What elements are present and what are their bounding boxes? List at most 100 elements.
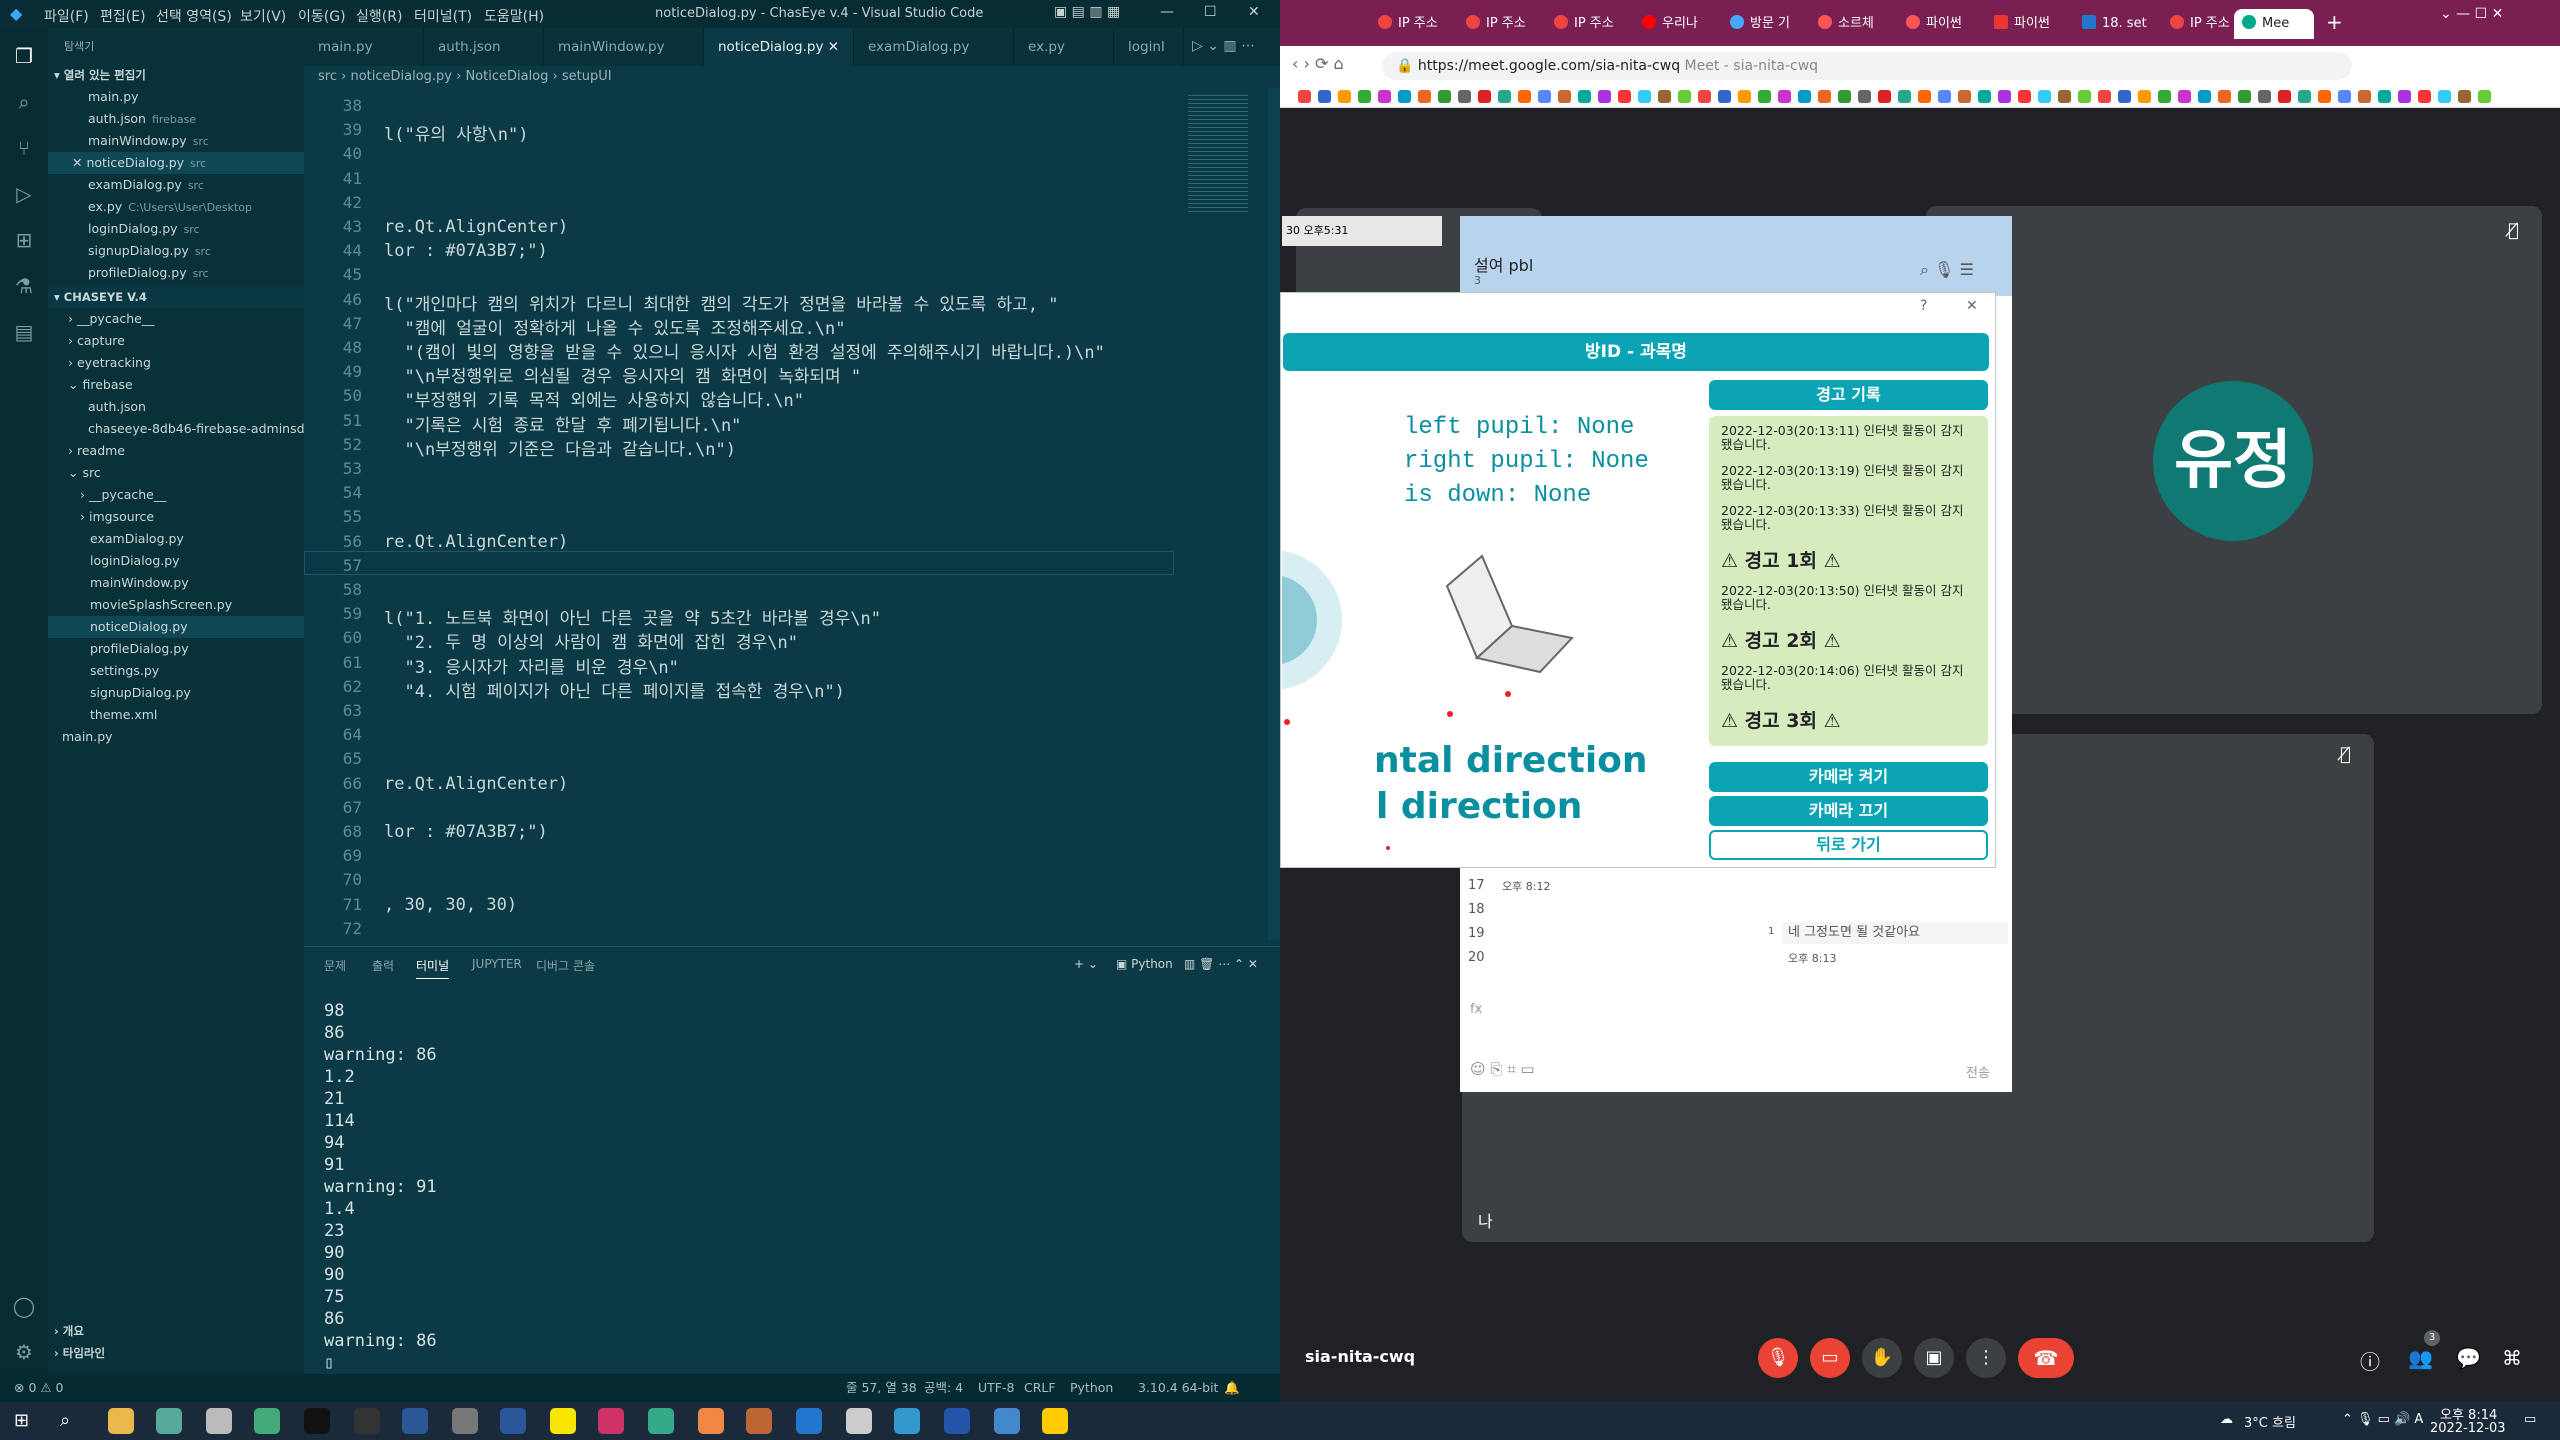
menu-edit[interactable]: 편집(E) <box>100 6 146 26</box>
tree-folder[interactable]: › imgsource <box>48 506 304 528</box>
status-language[interactable]: Python <box>1070 1374 1113 1402</box>
bookmark-icon[interactable] <box>2378 90 2391 103</box>
tree-file[interactable]: mainWindow.py <box>48 572 304 594</box>
settings-gear-icon[interactable]: ⚙ <box>10 1338 38 1366</box>
tree-file[interactable]: signupDialog.py <box>48 682 304 704</box>
menu-view[interactable]: 보기(V) <box>240 6 286 26</box>
browser-tab[interactable]: 소르체 <box>1810 9 1890 39</box>
tree-folder[interactable]: › __pycache__ <box>48 308 304 330</box>
bookmark-icon[interactable] <box>1478 90 1491 103</box>
camera-off-button[interactable]: 카메라 끄기 <box>1709 796 1988 826</box>
bookmark-icon[interactable] <box>1858 90 1871 103</box>
python-terminal-label[interactable]: ▣ Python <box>1116 957 1173 971</box>
bookmark-icon[interactable] <box>1518 90 1531 103</box>
python-icon[interactable] <box>1042 1408 1068 1434</box>
bookmark-icon[interactable] <box>1878 90 1891 103</box>
taskbar-app-icon[interactable] <box>254 1408 280 1434</box>
tree-file[interactable]: auth.json <box>48 396 304 418</box>
bookmark-icon[interactable] <box>1578 90 1591 103</box>
open-editor-item-active[interactable]: ✕ noticeDialog.py src <box>48 152 304 174</box>
minimize-icon[interactable]: — <box>1160 4 1174 20</box>
camera-on-button[interactable]: 카메라 켜기 <box>1709 762 1988 792</box>
bookmark-icon[interactable] <box>2318 90 2331 103</box>
terminal-icon[interactable] <box>304 1408 330 1434</box>
breadcrumb-item[interactable]: noticeDialog.py <box>350 69 452 84</box>
bookmark-icon[interactable] <box>2138 90 2151 103</box>
chat-tools-icon[interactable]: ⌕ 🎙 ☰ <box>1920 260 1974 280</box>
word-icon[interactable] <box>500 1408 526 1434</box>
mic-off-icon[interactable]: 🎙 <box>1758 1338 1798 1378</box>
tree-file[interactable]: profileDialog.py <box>48 638 304 660</box>
chat-attach-icons[interactable]: ☺ ⎘ ⌗ ▭ <box>1470 1060 1535 1078</box>
bookmark-icon[interactable] <box>1558 90 1571 103</box>
meeting-info-icon[interactable]: ⓘ <box>2360 1346 2380 1375</box>
browser-tab[interactable]: 파이썬 <box>1986 9 2066 39</box>
kakaotalk-icon[interactable] <box>550 1408 576 1434</box>
testing-icon[interactable]: ⚗ <box>10 272 38 300</box>
bookmark-icon[interactable] <box>1778 90 1791 103</box>
browser-tab[interactable]: 우리나 <box>1634 9 1714 39</box>
open-editor-item[interactable]: mainWindow.py src <box>48 130 304 152</box>
bookmark-icon[interactable] <box>1498 90 1511 103</box>
bookmark-icon[interactable] <box>2198 90 2211 103</box>
bookmark-icon[interactable] <box>1678 90 1691 103</box>
close-editor-icon[interactable]: ✕ <box>72 155 86 170</box>
source-control-icon[interactable]: ⑂ <box>10 134 38 162</box>
bookmark-icon[interactable] <box>1958 90 1971 103</box>
status-interpreter[interactable]: 3.10.4 64-bit <box>1138 1374 1218 1402</box>
bookmark-icon[interactable] <box>2458 90 2471 103</box>
status-cursor[interactable]: 줄 57, 열 38 <box>846 1374 917 1402</box>
bookmark-icon[interactable] <box>1798 90 1811 103</box>
close-tab-icon[interactable]: ✕ <box>828 39 839 55</box>
taskbar-app-icon[interactable] <box>846 1408 872 1434</box>
bookmark-icon[interactable] <box>2338 90 2351 103</box>
code-editor[interactable]: 38 39 l("유의 사항\n") 40 41 42 43 re.Qt.AlignCente… <box>304 88 1184 940</box>
bookmark-icon[interactable] <box>2038 90 2051 103</box>
address-bar[interactable]: 🔒 https://meet.google.com/sia-nita-cwq M… <box>1382 52 2352 80</box>
bookmark-icon[interactable] <box>2238 90 2251 103</box>
tree-file[interactable]: chaseeye-8db46-firebase-adminsd... <box>48 418 304 440</box>
more-options-icon[interactable]: ⋮ <box>1966 1338 2006 1378</box>
tree-folder[interactable]: › __pycache__ <box>48 484 304 506</box>
settings-icon[interactable] <box>452 1408 478 1434</box>
camera-off-icon[interactable]: ▭ <box>1810 1338 1850 1378</box>
remote-icon[interactable]: ▤ <box>10 318 38 346</box>
bookmark-icon[interactable] <box>1838 90 1851 103</box>
tree-folder[interactable]: ⌄ firebase <box>48 374 304 396</box>
tree-file[interactable]: loginDialog.py <box>48 550 304 572</box>
notification-icon[interactable]: ▭ <box>2524 1412 2536 1427</box>
browser-tab[interactable]: 파이썬 <box>1898 9 1978 39</box>
tab-main-py[interactable]: main.py <box>304 28 424 66</box>
close-icon[interactable]: ✕ <box>1248 4 1260 20</box>
bookmark-icon[interactable] <box>2058 90 2071 103</box>
tree-file-selected[interactable]: noticeDialog.py <box>48 616 304 638</box>
warning-log[interactable]: 2022-12-03(20:13:11) 인터넷 활동이 감지됐습니다. 202… <box>1709 416 1988 746</box>
tree-file[interactable]: examDialog.py <box>48 528 304 550</box>
chat-icon[interactable]: 💬 <box>2456 1346 2481 1370</box>
bookmark-icon[interactable] <box>2178 90 2191 103</box>
open-editor-item[interactable]: loginDialog.py src <box>48 218 304 240</box>
tree-file[interactable]: settings.py <box>48 660 304 682</box>
bookmark-icon[interactable] <box>2218 90 2231 103</box>
bookmark-icon[interactable] <box>1358 90 1371 103</box>
taskbar-app-icon[interactable] <box>598 1408 624 1434</box>
breadcrumb-item[interactable]: setupUI <box>562 69 612 84</box>
open-editor-item[interactable]: examDialog.py src <box>48 174 304 196</box>
tab-login[interactable]: loginI <box>1114 28 1184 66</box>
bookmark-icon[interactable] <box>2358 90 2371 103</box>
chrome-icon[interactable] <box>698 1408 724 1434</box>
browser-tab[interactable]: 방문 기 <box>1722 9 1802 39</box>
bookmark-icon[interactable] <box>1658 90 1671 103</box>
open-editors-header[interactable]: ▾ 열려 있는 편집기 <box>48 64 304 86</box>
status-encoding[interactable]: UTF-8 <box>978 1374 1014 1402</box>
add-terminal-icon[interactable]: + ⌄ <box>1074 957 1098 971</box>
taskbar-app-icon[interactable] <box>746 1408 772 1434</box>
bookmark-icon[interactable] <box>1338 90 1351 103</box>
breadcrumb-item[interactable]: NoticeDialog <box>465 69 548 84</box>
tab-mainwindow-py[interactable]: mainWindow.py <box>544 28 704 66</box>
tree-folder[interactable]: › eyetracking <box>48 352 304 374</box>
browser-tab-active[interactable]: Mee <box>2234 9 2314 39</box>
bookmark-icon[interactable] <box>1938 90 1951 103</box>
layout-toggle-icon[interactable]: ▣ ▤ ▥ ▦ <box>1054 4 1120 20</box>
bookmark-icon[interactable] <box>1318 90 1331 103</box>
